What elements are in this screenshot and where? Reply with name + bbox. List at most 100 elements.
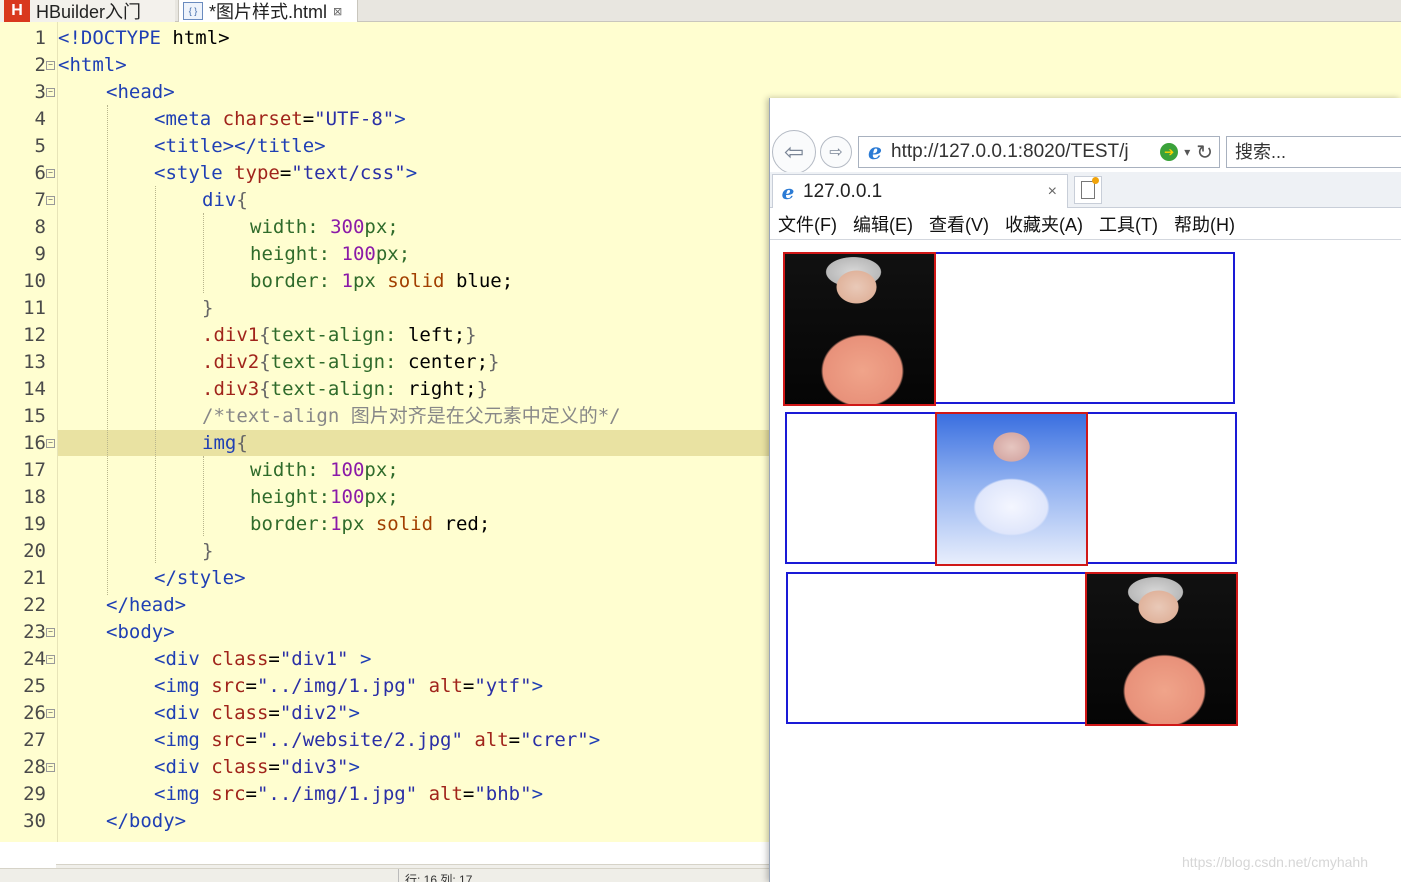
forward-button[interactable]: ⇨ xyxy=(820,136,852,168)
line-number: 27 xyxy=(23,729,46,751)
fold-toggle-icon[interactable]: − xyxy=(46,628,55,637)
code-line[interactable]: 1 <!DOCTYPE html> xyxy=(0,25,1401,52)
fold-toggle-icon[interactable]: − xyxy=(46,709,55,718)
browser-tab-title: 127.0.0.1 xyxy=(803,180,883,202)
code-text: <img src="../img/1.jpg" alt="bhb"> xyxy=(154,781,543,808)
menu-file[interactable]: 文件(F) xyxy=(778,211,837,237)
cursor-position: 行: 16 列: 17 xyxy=(405,873,473,882)
fold-toggle-icon[interactable]: − xyxy=(46,655,55,664)
code-token: > xyxy=(531,675,544,697)
code-token: "../img/1.jpg" xyxy=(256,675,418,697)
code-token: = xyxy=(279,162,292,184)
code-token: /*text-align 图片对齐是在父元素中定义的*/ xyxy=(202,405,621,427)
code-token: "UTF-8" xyxy=(314,108,395,130)
menu-view[interactable]: 查看(V) xyxy=(929,211,989,237)
new-tab-button[interactable] xyxy=(1074,176,1102,204)
code-token: "text/css" xyxy=(291,162,406,184)
code-text: <html> xyxy=(58,52,127,79)
code-token: { xyxy=(236,189,248,211)
line-number: 18 xyxy=(23,486,46,508)
browser-tab[interactable]: e 127.0.0.1 × xyxy=(772,174,1068,208)
code-token: <title></title> xyxy=(154,135,326,157)
code-text: .div1{text-align: left;} xyxy=(202,322,477,349)
code-token: src xyxy=(199,675,246,697)
refresh-icon[interactable]: ↻ xyxy=(1196,140,1213,165)
line-number: 17 xyxy=(23,459,46,481)
code-token: type xyxy=(222,162,280,184)
close-icon[interactable]: ⊠ xyxy=(333,5,342,18)
line-number: 10 xyxy=(23,270,46,292)
code-token: "../website/2.jpg" xyxy=(256,729,463,751)
code-token: src xyxy=(199,729,246,751)
back-button[interactable]: ⇦ xyxy=(772,130,816,174)
code-text: /*text-align 图片对齐是在父元素中定义的*/ xyxy=(202,403,621,430)
code-text: </head> xyxy=(106,592,186,619)
menu-edit[interactable]: 编辑(E) xyxy=(853,211,913,237)
code-token: width: xyxy=(250,459,331,481)
tab-label: HBuilder入门 xyxy=(36,2,142,22)
browser-tab-row: e 127.0.0.1 × xyxy=(770,172,1401,208)
code-text: width: 100px; xyxy=(250,457,399,484)
code-token: } xyxy=(202,540,214,562)
code-token: solid xyxy=(375,513,434,535)
code-token: { xyxy=(259,324,271,346)
code-token: { xyxy=(259,378,271,400)
code-token: } xyxy=(488,351,500,373)
code-line[interactable]: 2− <html> xyxy=(0,52,1401,79)
code-token: "bhb" xyxy=(474,783,532,805)
code-token: left; xyxy=(407,324,466,346)
code-text: <head> xyxy=(106,79,175,106)
code-token: = xyxy=(245,783,257,805)
code-text: .div2{text-align: center;} xyxy=(202,349,499,376)
fold-toggle-icon[interactable]: − xyxy=(46,88,55,97)
code-token: > xyxy=(348,702,360,724)
code-token: } xyxy=(202,297,214,319)
code-token: "div2" xyxy=(279,702,349,724)
code-token: border: xyxy=(250,513,331,535)
menu-help[interactable]: 帮助(H) xyxy=(1174,211,1235,237)
code-token: = xyxy=(462,675,475,697)
menu-tools[interactable]: 工具(T) xyxy=(1099,211,1158,237)
code-token: class xyxy=(199,648,269,670)
code-token: <html> xyxy=(58,54,127,76)
fold-toggle-icon[interactable]: − xyxy=(46,169,55,178)
code-token: .div3 xyxy=(202,378,260,400)
code-token: center; xyxy=(407,351,489,373)
fold-toggle-icon[interactable]: − xyxy=(46,763,55,772)
fold-toggle-icon[interactable]: − xyxy=(46,61,55,70)
page-content xyxy=(770,240,1401,882)
code-text: border: 1px solid blue; xyxy=(250,268,513,295)
menu-favorites[interactable]: 收藏夹(A) xyxy=(1005,211,1083,237)
div2-image xyxy=(935,412,1088,566)
address-bar[interactable]: e http://127.0.0.1:8020/TEST/j ➔ ▾ ↻ xyxy=(858,136,1220,168)
code-token: > xyxy=(394,108,406,130)
tab-hbuilder-intro[interactable]: H HBuilder入门 xyxy=(0,0,175,22)
code-token: = xyxy=(268,756,280,778)
compatibility-view-icon[interactable]: ➔ xyxy=(1160,143,1179,161)
code-text: <style type="text/css"> xyxy=(154,160,417,187)
forward-arrow-icon: ⇨ xyxy=(829,144,843,161)
close-icon[interactable]: × xyxy=(1048,183,1057,201)
code-token: div xyxy=(202,189,237,211)
code-text: } xyxy=(202,295,213,322)
code-token: = xyxy=(268,648,280,670)
code-token: <meta xyxy=(154,108,212,130)
div1-image xyxy=(783,252,936,406)
code-token: height: xyxy=(250,243,342,265)
tab-image-style-html[interactable]: { } *图片样式.html ⊠ xyxy=(178,0,358,22)
html-file-icon: { } xyxy=(183,2,203,20)
ie-logo-icon: e xyxy=(781,179,795,204)
line-number: 4 xyxy=(34,108,46,130)
line-number: 26 xyxy=(23,702,46,724)
code-token: 1 xyxy=(341,270,353,292)
code-token: img xyxy=(202,432,237,454)
code-token: = xyxy=(302,108,315,130)
chevron-down-icon[interactable]: ▾ xyxy=(1184,145,1190,159)
fold-toggle-icon[interactable]: − xyxy=(46,196,55,205)
line-number: 16 xyxy=(23,432,46,454)
code-token: px xyxy=(352,270,388,292)
code-text: <div class="div1" > xyxy=(154,646,371,673)
fold-toggle-icon[interactable]: − xyxy=(46,439,55,448)
search-input[interactable]: 搜索... xyxy=(1226,136,1401,168)
line-number: 22 xyxy=(23,594,46,616)
